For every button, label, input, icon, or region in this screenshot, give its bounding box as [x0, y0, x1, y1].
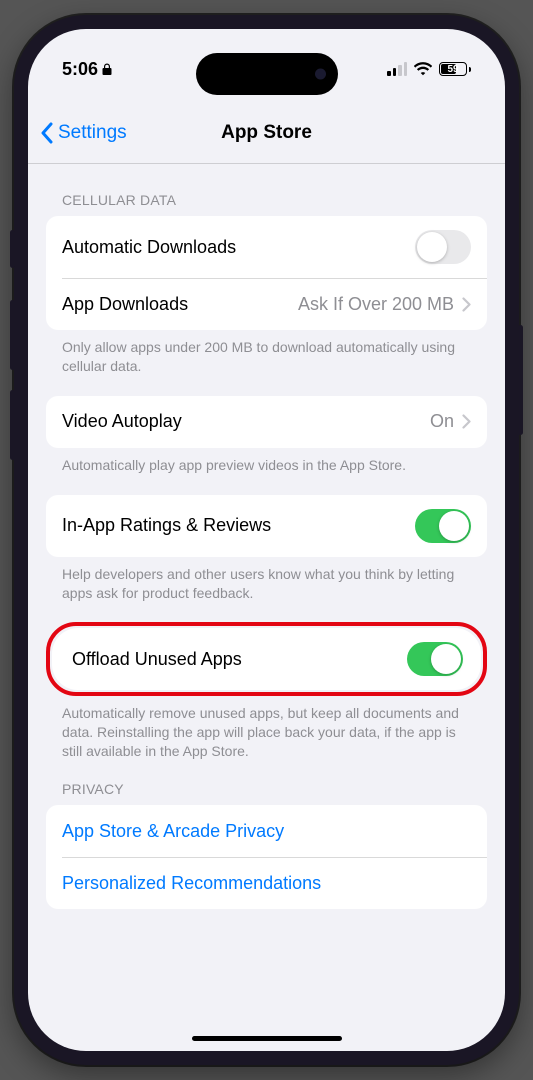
row-label: Personalized Recommendations — [62, 873, 321, 894]
row-label: In-App Ratings & Reviews — [62, 515, 271, 536]
volume-up-button — [10, 300, 15, 370]
back-button[interactable]: Settings — [40, 122, 127, 144]
section-header-cellular: Cellular Data — [46, 164, 487, 216]
page-title: App Store — [221, 122, 312, 144]
back-label: Settings — [58, 122, 127, 144]
volume-down-button — [10, 390, 15, 460]
cellular-data-group: Automatic Downloads App Downloads Ask If… — [46, 216, 487, 330]
ratings-row[interactable]: In-App Ratings & Reviews — [46, 495, 487, 557]
app-downloads-row[interactable]: App Downloads Ask If Over 200 MB — [46, 278, 487, 330]
row-label: Offload Unused Apps — [72, 649, 242, 670]
offload-footer: Automatically remove unused apps, but ke… — [46, 696, 487, 761]
cellular-signal-icon — [387, 62, 407, 76]
row-label: Automatic Downloads — [62, 237, 236, 258]
row-label: App Downloads — [62, 294, 188, 315]
row-value: On — [430, 411, 454, 432]
content-scroll[interactable]: Cellular Data Automatic Downloads App Do… — [28, 164, 505, 1051]
ratings-footer: Help developers and other users know wha… — [46, 557, 487, 603]
battery-icon: 59 — [439, 62, 471, 76]
privacy-group: App Store & Arcade Privacy Personalized … — [46, 805, 487, 909]
wifi-icon — [414, 62, 432, 76]
privacy-row-personalized[interactable]: Personalized Recommendations — [46, 857, 487, 909]
automatic-downloads-row[interactable]: Automatic Downloads — [46, 216, 487, 278]
offload-group: Offload Unused Apps — [52, 628, 481, 690]
highlight-callout: Offload Unused Apps — [46, 622, 487, 696]
section-header-privacy: Privacy — [46, 761, 487, 805]
ratings-toggle[interactable] — [415, 509, 471, 543]
power-button — [518, 325, 523, 435]
offload-toggle[interactable] — [407, 642, 463, 676]
chevron-left-icon — [40, 122, 54, 144]
side-button — [10, 230, 15, 268]
status-time: 5:06 — [62, 59, 98, 80]
video-footer: Automatically play app preview videos in… — [46, 448, 487, 475]
phone-frame: 5:06 59 Settings App Store Cellular Data — [14, 15, 519, 1065]
offload-row[interactable]: Offload Unused Apps — [52, 628, 481, 690]
chevron-right-icon — [462, 414, 471, 429]
row-label: Video Autoplay — [62, 411, 182, 432]
dynamic-island — [196, 53, 338, 95]
ratings-group: In-App Ratings & Reviews — [46, 495, 487, 557]
chevron-right-icon — [462, 297, 471, 312]
home-indicator[interactable] — [192, 1036, 342, 1041]
battery-level: 59 — [447, 64, 458, 75]
screen: 5:06 59 Settings App Store Cellular Data — [28, 29, 505, 1051]
row-label: App Store & Arcade Privacy — [62, 821, 284, 842]
video-autoplay-group: Video Autoplay On — [46, 396, 487, 448]
video-autoplay-row[interactable]: Video Autoplay On — [46, 396, 487, 448]
privacy-row-app-store[interactable]: App Store & Arcade Privacy — [46, 805, 487, 857]
lock-icon — [102, 63, 112, 75]
cellular-footer: Only allow apps under 200 MB to download… — [46, 330, 487, 376]
automatic-downloads-toggle[interactable] — [415, 230, 471, 264]
row-value: Ask If Over 200 MB — [298, 294, 454, 315]
